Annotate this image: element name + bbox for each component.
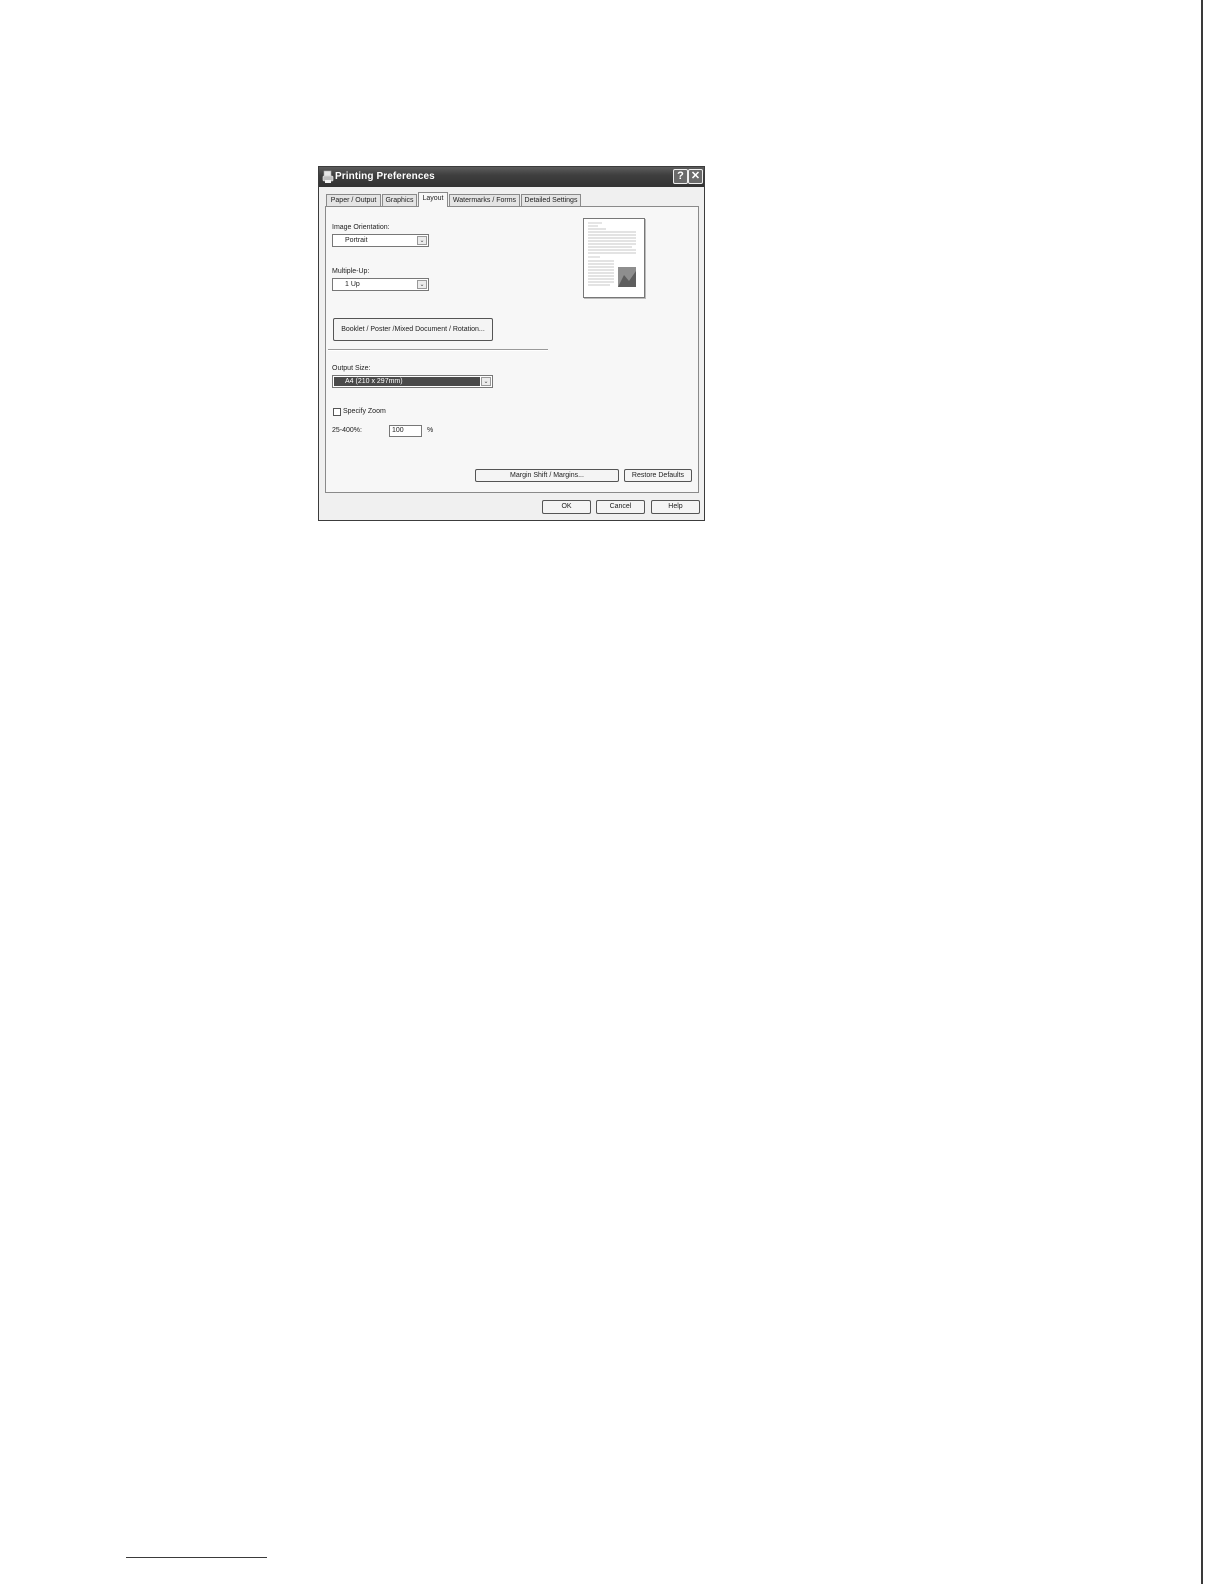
multiple-up-label: Multiple-Up: [332,268,370,275]
page-margin-rule [1201,0,1203,1584]
tab-paper-output[interactable]: Paper / Output [326,194,381,206]
help-button[interactable]: Help [651,500,700,514]
output-size-select[interactable]: A4 (210 x 297mm) ⌄ [332,375,493,388]
chevron-down-icon[interactable]: ⌄ [417,280,427,289]
tab-graphics[interactable]: Graphics [382,194,417,206]
section-separator [328,349,548,351]
footnote-rule [126,1557,267,1558]
tab-detailed-settings[interactable]: Detailed Settings [521,194,581,206]
help-title-button[interactable]: ? [673,169,688,184]
printing-preferences-dialog: Printing Preferences ? ✕ Paper / Output … [318,166,705,521]
zoom-range-label: 25-400%: [332,427,362,434]
specify-zoom-label: Specify Zoom [343,408,386,415]
tab-watermarks-forms[interactable]: Watermarks / Forms [449,194,520,206]
output-size-value: A4 (210 x 297mm) [345,378,403,385]
multiple-up-select[interactable]: 1 Up ⌄ [332,278,429,291]
page-preview [583,218,645,298]
restore-defaults-button[interactable]: Restore Defaults [624,469,692,482]
multiple-up-value: 1 Up [345,281,360,288]
ok-button[interactable]: OK [542,500,591,514]
close-button[interactable]: ✕ [688,169,703,184]
booklet-poster-button[interactable]: Booklet / Poster /Mixed Document / Rotat… [333,318,493,341]
image-orientation-select[interactable]: Portrait ⌄ [332,234,429,247]
tab-layout[interactable]: Layout [418,192,448,207]
zoom-unit: % [427,427,434,434]
layout-panel: Image Orientation: Portrait ⌄ Multiple-U… [325,206,699,493]
image-orientation-value: Portrait [345,237,368,244]
image-orientation-label: Image Orientation: [332,224,390,231]
title-bar[interactable]: Printing Preferences ? ✕ [319,167,704,187]
document-preview-image [588,222,636,287]
chevron-down-icon[interactable]: ⌄ [417,236,427,245]
cancel-button[interactable]: Cancel [596,500,645,514]
dialog-title: Printing Preferences [335,171,435,182]
printer-icon [322,170,334,183]
specify-zoom-checkbox[interactable] [333,408,341,416]
chevron-down-icon[interactable]: ⌄ [481,377,491,386]
zoom-input[interactable]: 100 [389,425,422,437]
margin-shift-button[interactable]: Margin Shift / Margins... [475,469,619,482]
output-size-label: Output Size: [332,365,371,372]
